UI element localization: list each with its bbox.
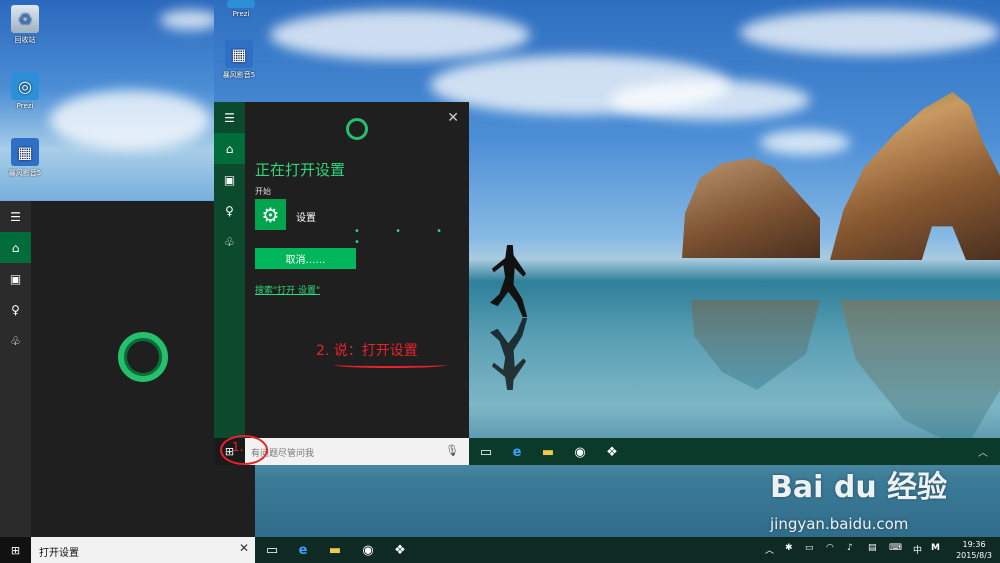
taskbar-search-box[interactable]: 打开设置 ✕: [31, 537, 255, 563]
prezi-icon: ◎: [11, 72, 39, 100]
edge-icon[interactable]: e: [507, 442, 527, 462]
search-web-link[interactable]: 搜索"打开 设置": [255, 283, 320, 296]
feedback-icon[interactable]: ♧: [0, 325, 31, 356]
watermark-logo: Bai du 经验: [770, 470, 948, 505]
task-view-icon[interactable]: ▭: [262, 540, 282, 560]
cortana-ring-icon: [346, 118, 368, 140]
keyboard-icon[interactable]: ⌨: [889, 543, 902, 553]
home-icon[interactable]: ⌂: [0, 232, 31, 263]
settings-gear-icon[interactable]: ⚙: [255, 199, 286, 230]
home-icon[interactable]: ⌂: [214, 133, 245, 164]
progress-dots: • • • •: [354, 226, 459, 248]
notification-icon[interactable]: ▤: [868, 543, 877, 553]
cortana-panel: ☰ ⌂ ▣ ♀ ♧ ✕ 正在打开设置 开始 ⚙ 设置 • • • • 取消…… …: [214, 102, 469, 464]
taskbar: ⊞ 打开设置 ✕ ▭ e ▬ ◉ ❖ ︿ ✱ ▭ ◠ ♪ ▤ ⌨ 中 M 19:…: [0, 537, 1000, 563]
desktop-icon-prezi-main[interactable]: Prezi: [216, 0, 266, 18]
fox-app-icon[interactable]: ❖: [390, 540, 410, 560]
desktop-icon-prezi[interactable]: ◎ Prezi: [0, 72, 50, 110]
lightbulb-icon[interactable]: ♀: [214, 195, 245, 226]
notebook-icon[interactable]: ▣: [214, 164, 245, 195]
microphone-icon[interactable]: 🎙: [445, 444, 459, 457]
battery-icon[interactable]: ▭: [805, 543, 814, 553]
clock-date: 2015/8/3: [956, 551, 992, 560]
chevron-up-icon[interactable]: ︿: [978, 444, 988, 459]
webcam-app-icon[interactable]: ◉: [570, 442, 590, 462]
watermark-url: jingyan.baidu.com: [770, 515, 909, 533]
cortana-ask-box[interactable]: 有问题尽管问我 🎙: [245, 438, 469, 465]
webcam-app-icon[interactable]: ◉: [358, 540, 378, 560]
cortana-rail: ☰ ⌂ ▣ ♀ ♧: [214, 102, 245, 464]
annotation-circle: [220, 435, 268, 465]
fox-app-icon[interactable]: ❖: [602, 442, 622, 462]
close-icon[interactable]: ✕: [447, 110, 459, 126]
recycle-bin-icon: ♻: [11, 5, 39, 33]
notebook-icon[interactable]: ▣: [0, 263, 31, 294]
inner-taskbar: ⊞ 有问题尽管问我 🎙 ▭ e ▬ ◉ ❖ ︿: [214, 438, 1000, 465]
rock-arch: [830, 92, 1000, 260]
rock-formation: [682, 158, 820, 258]
search-query: 打开设置: [39, 548, 79, 559]
menu-icon[interactable]: ☰: [214, 102, 245, 133]
volume-icon[interactable]: ♪: [847, 543, 853, 553]
app-name[interactable]: 设置: [296, 209, 316, 224]
clear-icon[interactable]: ✕: [239, 541, 249, 555]
lightbulb-icon[interactable]: ♀: [0, 294, 31, 325]
clock[interactable]: 19:36 2015/8/3: [956, 539, 992, 561]
file-explorer-icon[interactable]: ▬: [325, 540, 345, 560]
desktop-icon-video-app[interactable]: ▦ 暴风影音5: [0, 138, 50, 178]
film-icon: ▦: [225, 40, 253, 68]
secondary-screen: ♻ 回收站 ◎ Prezi ▦ 暴风影音5: [0, 0, 214, 200]
desktop-icon-video-main[interactable]: ▦ 暴风影音5: [214, 40, 264, 80]
ime-mode-icon[interactable]: M: [931, 543, 940, 553]
annotation-underline: [334, 362, 447, 368]
section-label: 开始: [255, 187, 271, 196]
film-icon: ▦: [11, 138, 39, 166]
edge-icon[interactable]: e: [293, 540, 313, 560]
desktop-icon-recycle-bin[interactable]: ♻ 回收站: [0, 5, 50, 45]
windows-start-icon[interactable]: ⊞: [0, 537, 31, 563]
bluetooth-icon[interactable]: ✱: [785, 543, 793, 553]
annotation-step-2: 2. 说：打开设置: [316, 343, 418, 359]
cancel-button[interactable]: 取消……: [255, 248, 356, 269]
menu-icon[interactable]: ☰: [0, 201, 31, 232]
task-view-icon[interactable]: ▭: [476, 442, 496, 462]
status-title: 正在打开设置: [255, 161, 346, 179]
ime-indicator[interactable]: 中: [913, 543, 922, 556]
file-explorer-icon[interactable]: ▬: [538, 442, 558, 462]
cortana-rail: ☰ ⌂ ▣ ♀ ♧: [0, 201, 31, 537]
runner-silhouette: [490, 245, 528, 317]
chevron-up-icon[interactable]: ︿: [765, 543, 774, 556]
clock-time: 19:36: [962, 540, 986, 549]
feedback-icon[interactable]: ♧: [214, 226, 245, 257]
cortana-ring-icon: [118, 332, 168, 382]
wifi-icon[interactable]: ◠: [826, 543, 834, 553]
